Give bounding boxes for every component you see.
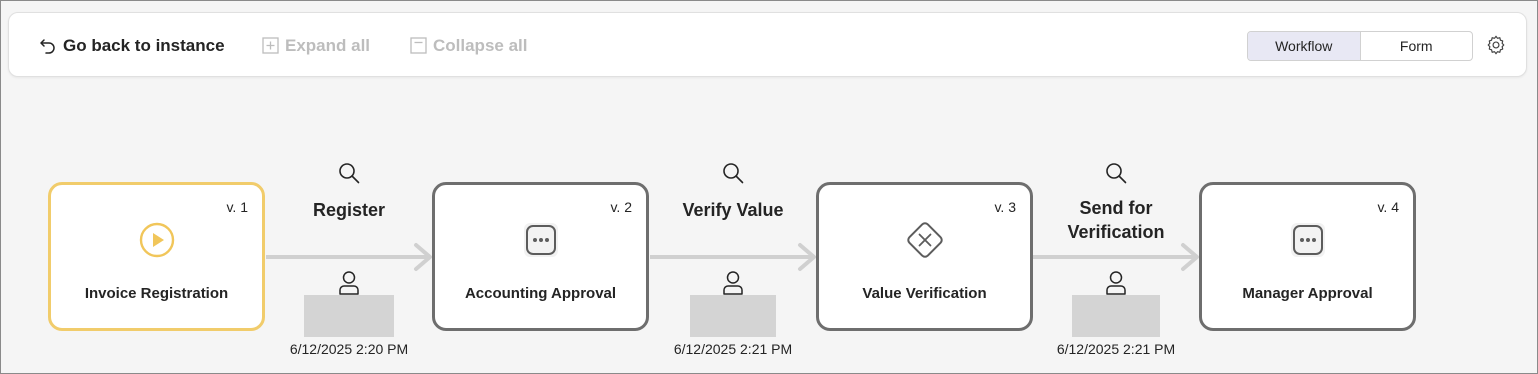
node-version: v. 2 — [610, 199, 632, 215]
transition-timestamp: 6/12/2025 2:21 PM — [1056, 341, 1176, 357]
more-dots-icon — [1289, 221, 1327, 259]
search-icon[interactable] — [338, 162, 360, 184]
tab-form[interactable]: Form — [1361, 32, 1473, 60]
transition-timestamp: 6/12/2025 2:20 PM — [289, 341, 409, 357]
transition-verify-value: Verify Value 6/12/2025 2:21 PM — [648, 150, 818, 360]
view-switcher: Workflow Form — [1247, 31, 1473, 61]
arrow-connector — [650, 243, 816, 271]
expand-all-label: Expand all — [285, 35, 371, 55]
toolbar: Go back to instance Expand all Collapse … — [8, 12, 1527, 77]
node-version: v. 4 — [1377, 199, 1399, 215]
arrow-connector — [266, 243, 432, 271]
diamond-x-icon — [903, 218, 947, 262]
go-back-label: Go back to instance — [63, 35, 225, 55]
search-icon[interactable] — [722, 162, 744, 184]
node-version: v. 1 — [226, 199, 248, 215]
expand-all-button[interactable]: Expand all — [262, 13, 370, 78]
node-label: Invoice Registration — [84, 285, 229, 302]
go-back-button[interactable]: Go back to instance — [39, 13, 225, 78]
undo-arrow-icon — [40, 38, 55, 54]
arrow-connector — [1033, 243, 1199, 271]
redacted-user-name — [690, 295, 776, 337]
workflow-node-value-verification[interactable]: v. 3 Value Verification — [816, 182, 1033, 331]
gear-icon[interactable] — [1485, 34, 1507, 56]
redacted-user-name — [1072, 295, 1160, 337]
user-icon — [723, 271, 743, 295]
transition-label: Send for Verification — [1067, 198, 1165, 242]
node-version: v. 3 — [994, 199, 1016, 215]
workflow-node-accounting-approval[interactable]: v. 2 Accounting Approval — [432, 182, 649, 331]
expand-square-icon — [262, 37, 279, 54]
node-label: Value Verification — [862, 285, 987, 302]
tab-workflow[interactable]: Workflow — [1248, 32, 1361, 60]
more-dots-icon — [522, 221, 560, 259]
collapse-all-label: Collapse all — [433, 35, 528, 55]
transition-label: Verify Value — [682, 200, 784, 220]
transition-send-for-verification: Send for Verification 6/12/2025 2:21 PM — [1031, 150, 1201, 360]
node-label: Accounting Approval — [464, 285, 617, 302]
collapse-all-button[interactable]: Collapse all — [410, 13, 527, 78]
user-icon — [339, 271, 359, 295]
collapse-square-icon — [410, 37, 427, 54]
workflow-node-manager-approval[interactable]: v. 4 Manager Approval — [1199, 182, 1416, 331]
transition-label: Register — [312, 200, 386, 220]
redacted-user-name — [304, 295, 394, 337]
workflow-node-invoice-registration[interactable]: v. 1 Invoice Registration — [48, 182, 265, 331]
search-icon[interactable] — [1105, 162, 1127, 184]
node-label: Manager Approval — [1242, 285, 1373, 302]
transition-register: Register 6/12/2025 2:20 PM — [264, 150, 434, 360]
play-circle-icon — [138, 221, 176, 259]
transition-timestamp: 6/12/2025 2:21 PM — [673, 341, 793, 357]
user-icon — [1106, 271, 1126, 295]
